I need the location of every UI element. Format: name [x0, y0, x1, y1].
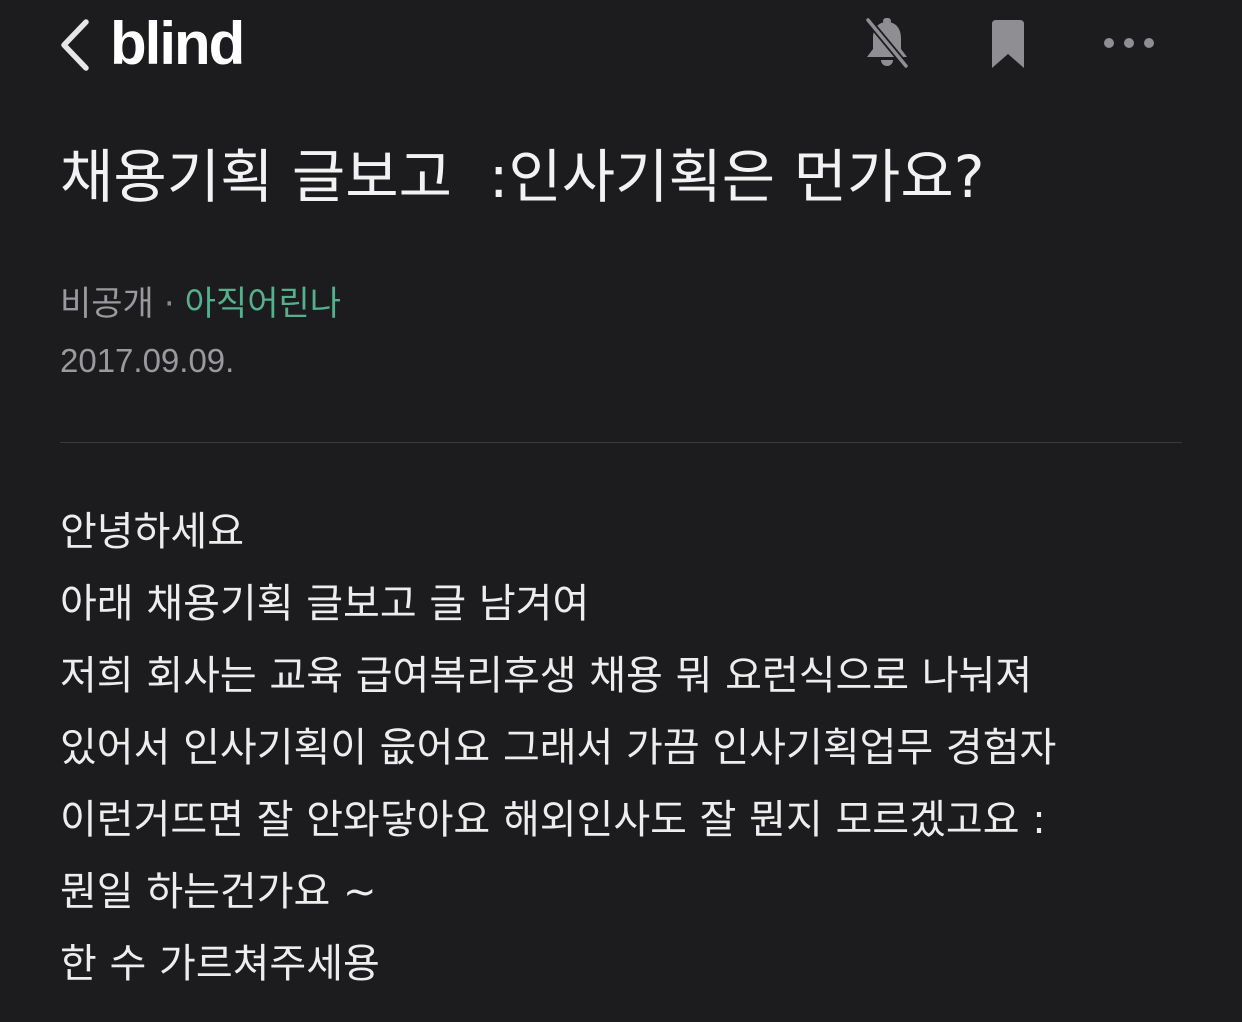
post-author-meta: 비공개 · 아직어린나	[60, 280, 341, 328]
post-body-line: 있어서 인사기획이 읎어요 그래서 가끔 인사기획업무 경험자	[60, 725, 1057, 771]
post-body-line: 아래 채용기획 글보고 글 남겨여	[60, 581, 590, 627]
back-button[interactable]	[56, 16, 98, 74]
author-nickname[interactable]: 아직어린나	[185, 284, 341, 324]
bookmark-button[interactable]	[988, 18, 1028, 70]
post-body-line: 저희 회사는 교육 급여복리후생 채용 뭐 요런식으로 나눠져	[60, 653, 1033, 699]
bell-off-icon	[865, 17, 909, 69]
post-title: 채용기획 글보고 :인사기획은 먼가요?	[60, 143, 985, 211]
more-horizontal-icon	[1104, 38, 1154, 48]
blind-logo[interactable]: blind	[110, 6, 245, 82]
back-chevron-icon	[61, 19, 89, 71]
post-body-line: 이런거뜨면 잘 안와닿아요 해외인사도 잘 뭔지 모르겠고요 :	[60, 797, 1046, 843]
post-body-line: 뭔일 하는건가요 ~	[60, 869, 377, 915]
post-body: 안녕하세요 아래 채용기획 글보고 글 남겨여 저희 회사는 교육 급여복리후생…	[60, 496, 1200, 1000]
top-navigation-bar: blind	[0, 0, 1242, 90]
author-company: 비공개	[60, 284, 154, 324]
more-options-button[interactable]	[1100, 30, 1158, 56]
notification-toggle-button[interactable]	[862, 16, 912, 70]
meta-separator: ·	[163, 284, 175, 324]
post-body-line: 한 수 가르쳐주세용	[60, 941, 380, 987]
post-date: 2017.09.09.	[60, 342, 235, 379]
divider	[60, 442, 1182, 443]
post-body-line: 안녕하세요	[60, 509, 244, 555]
bookmark-icon	[992, 20, 1024, 68]
